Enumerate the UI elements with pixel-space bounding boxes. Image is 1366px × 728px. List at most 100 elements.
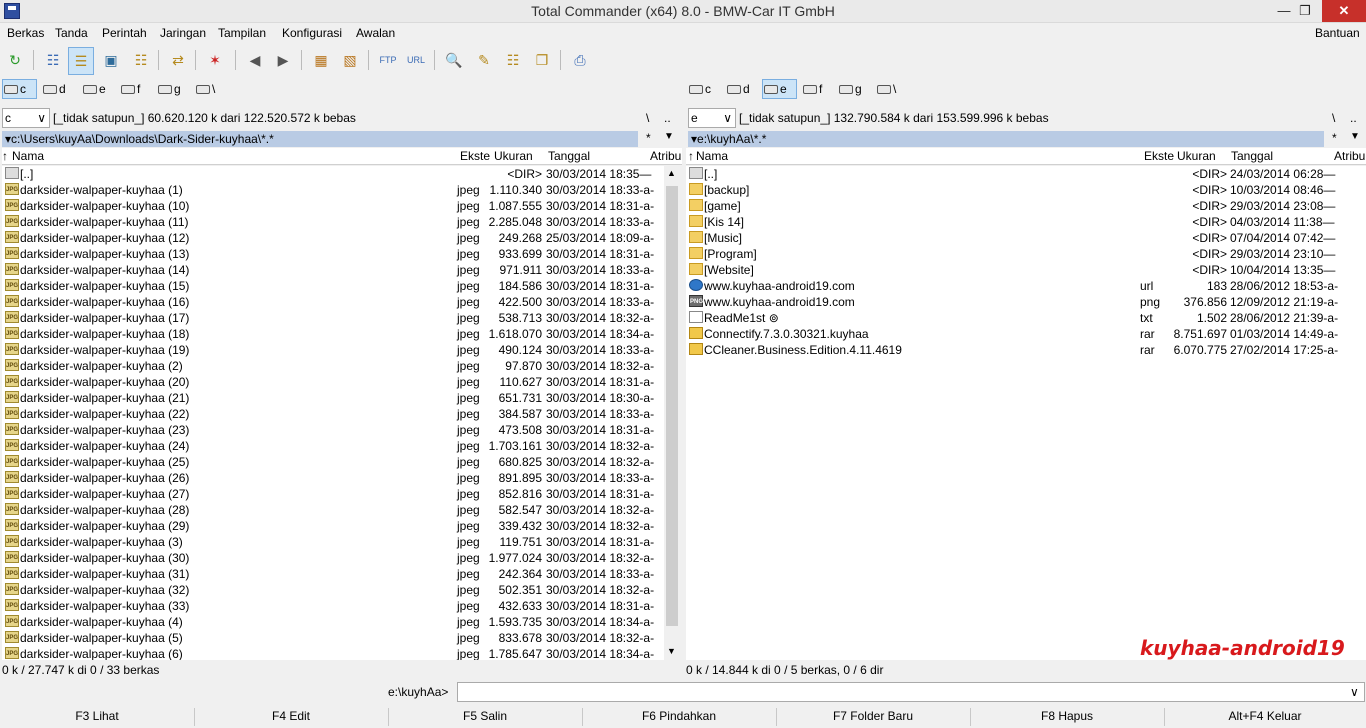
right-parent-button[interactable]: .. [1350, 111, 1357, 125]
table-row[interactable]: [..] <DIR> 24/03/2014 06:28— [686, 166, 1366, 182]
compare-icon[interactable]: ☷ [502, 49, 524, 71]
table-row[interactable]: JPG darksider-walpaper-kuyhaa (26) jpeg 891… [2, 470, 664, 486]
table-row[interactable]: JPG darksider-walpaper-kuyhaa (20) jpeg 110… [2, 374, 664, 390]
table-row[interactable]: JPG darksider-walpaper-kuyhaa (17) jpeg 538… [2, 310, 664, 326]
table-row[interactable]: JPG darksider-walpaper-kuyhaa (18) jpeg 1.6… [2, 326, 664, 342]
left-drive-f[interactable]: f [120, 79, 155, 99]
table-row[interactable]: JPG darksider-walpaper-kuyhaa (33) jpeg 432… [2, 598, 664, 614]
table-row[interactable]: www.kuyhaa-android19.com url 183 28/06/2012… [686, 278, 1366, 294]
left-col-date[interactable]: Tanggal [548, 149, 590, 163]
table-row[interactable]: JPG darksider-walpaper-kuyhaa (2) jpeg 97.8… [2, 358, 664, 374]
command-input[interactable] [457, 682, 1365, 702]
menu-konfigurasi[interactable]: Konfigurasi [282, 26, 342, 40]
refresh-icon[interactable]: ↻ [4, 49, 26, 71]
left-col-ext[interactable]: Ekste [460, 149, 490, 163]
left-drive-d[interactable]: d [42, 79, 77, 99]
find-icon[interactable]: 🔍 [443, 49, 465, 71]
left-col-size[interactable]: Ukuran [494, 149, 533, 163]
right-drive-f[interactable]: f [802, 79, 837, 99]
right-col-size[interactable]: Ukuran [1177, 149, 1216, 163]
table-row[interactable]: CCleaner.Business.Edition.4.11.4619 rar 6.… [686, 342, 1366, 358]
menu-tanda[interactable]: Tanda [55, 26, 88, 40]
menu-tampilan[interactable]: Tampilan [218, 26, 266, 40]
table-row[interactable]: JPG darksider-walpaper-kuyhaa (31) jpeg 242… [2, 566, 664, 582]
right-drive-g[interactable]: g [838, 79, 873, 99]
table-row[interactable]: JPG darksider-walpaper-kuyhaa (28) jpeg 582… [2, 502, 664, 518]
back-icon[interactable]: ◀ [244, 49, 266, 71]
left-file-list[interactable]: [..] <DIR> 30/03/2014 18:35— JPG darksider-w… [2, 166, 664, 660]
notepad-icon[interactable]: ⎙ [569, 49, 591, 71]
dropdown-arrow-icon[interactable]: ▼ [664, 131, 674, 142]
table-row[interactable]: [Music] <DIR> 07/04/2014 07:42— [686, 230, 1366, 246]
table-row[interactable]: [Program] <DIR> 29/03/2014 23:10— [686, 246, 1366, 262]
left-scrollbar[interactable]: ▲ ▼ [664, 166, 680, 660]
table-row[interactable]: JPG darksider-walpaper-kuyhaa (3) jpeg 119.… [2, 534, 664, 550]
right-col-name[interactable]: Nama [696, 149, 728, 163]
left-drive-c[interactable]: c [2, 79, 37, 99]
chevron-down-icon[interactable]: ∨ [1350, 685, 1359, 699]
left-drive-g[interactable]: g [157, 79, 192, 99]
table-row[interactable]: JPG darksider-walpaper-kuyhaa (1) jpeg 1.11… [2, 182, 664, 198]
brief-view-icon[interactable]: ☷ [42, 49, 64, 71]
table-row[interactable]: JPG darksider-walpaper-kuyhaa (21) jpeg 651… [2, 390, 664, 406]
left-parent-button[interactable]: .. [664, 111, 671, 125]
right-drive-network[interactable]: \ [876, 79, 911, 99]
menu-awalan[interactable]: Awalan [356, 26, 395, 40]
scroll-down-icon[interactable]: ▼ [667, 646, 676, 656]
maximize-button[interactable]: ❐ [1285, 0, 1325, 22]
table-row[interactable]: JPG darksider-walpaper-kuyhaa (5) jpeg 833.… [2, 630, 664, 646]
unpack-icon[interactable]: ▧ [339, 49, 361, 71]
table-row[interactable]: [Kis 14] <DIR> 04/03/2014 11:38— [686, 214, 1366, 230]
left-drive-e[interactable]: e [82, 79, 117, 99]
menu-berkas[interactable]: Berkas [7, 26, 44, 40]
table-row[interactable]: PNG www.kuyhaa-android19.com png 376.856 12/… [686, 294, 1366, 310]
table-row[interactable]: [backup] <DIR> 10/03/2014 08:46— [686, 182, 1366, 198]
pack-icon[interactable]: ▦ [310, 49, 332, 71]
right-drive-d[interactable]: d [726, 79, 761, 99]
table-row[interactable]: JPG darksider-walpaper-kuyhaa (4) jpeg 1.59… [2, 614, 664, 630]
table-row[interactable]: JPG darksider-walpaper-kuyhaa (25) jpeg 680… [2, 454, 664, 470]
table-row[interactable]: JPG darksider-walpaper-kuyhaa (30) jpeg 1.9… [2, 550, 664, 566]
left-drive-network[interactable]: \ [195, 79, 230, 99]
table-row[interactable]: JPG darksider-walpaper-kuyhaa (12) jpeg 249… [2, 230, 664, 246]
f7-new-folder-button[interactable]: F7 Folder Baru [776, 709, 970, 723]
close-button[interactable]: ✕ [1322, 0, 1366, 22]
table-row[interactable]: JPG darksider-walpaper-kuyhaa (10) jpeg 1.0… [2, 198, 664, 214]
dropdown-arrow-icon[interactable]: ▼ [1350, 131, 1360, 142]
right-file-list[interactable]: [..] <DIR> 24/03/2014 06:28— [backup] <DIR> 1… [686, 166, 1366, 660]
table-row[interactable]: JPG darksider-walpaper-kuyhaa (14) jpeg 971… [2, 262, 664, 278]
alt-f4-exit-button[interactable]: Alt+F4 Keluar [1164, 709, 1366, 723]
table-row[interactable]: ReadMe1st ⊚ txt 1.502 28/06/2012 21:39-a- [686, 310, 1366, 326]
detailed-view-icon[interactable]: ☰ [68, 47, 94, 75]
menu-bantuan[interactable]: Bantuan [1315, 26, 1360, 40]
table-row[interactable]: JPG darksider-walpaper-kuyhaa (22) jpeg 384… [2, 406, 664, 422]
table-row[interactable]: JPG darksider-walpaper-kuyhaa (6) jpeg 1.78… [2, 646, 664, 660]
table-row[interactable]: JPG darksider-walpaper-kuyhaa (13) jpeg 933… [2, 246, 664, 262]
thumbnail-view-icon[interactable]: ▣ [100, 49, 122, 71]
table-row[interactable]: JPG darksider-walpaper-kuyhaa (27) jpeg 852… [2, 486, 664, 502]
invert-selection-icon[interactable]: ✶ [204, 49, 226, 71]
table-row[interactable]: JPG darksider-walpaper-kuyhaa (16) jpeg 422… [2, 294, 664, 310]
right-col-date[interactable]: Tanggal [1231, 149, 1273, 163]
left-drive-combo[interactable]: c ∨ [2, 108, 50, 128]
forward-icon[interactable]: ▶ [272, 49, 294, 71]
table-row[interactable]: JPG darksider-walpaper-kuyhaa (24) jpeg 1.7… [2, 438, 664, 454]
multi-rename-icon[interactable]: ❐ [531, 49, 553, 71]
scroll-up-icon[interactable]: ▲ [667, 168, 676, 178]
right-drive-combo[interactable]: e ∨ [688, 108, 736, 128]
table-row[interactable]: [..] <DIR> 30/03/2014 18:35— [2, 166, 664, 182]
menu-perintah[interactable]: Perintah [102, 26, 147, 40]
left-history-button[interactable]: * [646, 131, 651, 145]
url-icon[interactable]: URL [405, 49, 427, 71]
table-row[interactable]: JPG darksider-walpaper-kuyhaa (32) jpeg 502… [2, 582, 664, 598]
f4-edit-button[interactable]: F4 Edit [194, 709, 388, 723]
tree-view-icon[interactable]: ☷ [130, 49, 152, 71]
f6-move-button[interactable]: F6 Pindahkan [582, 709, 776, 723]
f5-copy-button[interactable]: F5 Salin [388, 709, 582, 723]
scroll-thumb[interactable] [666, 186, 678, 626]
f3-view-button[interactable]: F3 Lihat [0, 709, 194, 723]
f8-delete-button[interactable]: F8 Hapus [970, 709, 1164, 723]
right-root-button[interactable]: \ [1332, 111, 1335, 125]
left-root-button[interactable]: \ [646, 111, 649, 125]
right-col-attr[interactable]: Atribu [1334, 149, 1365, 163]
